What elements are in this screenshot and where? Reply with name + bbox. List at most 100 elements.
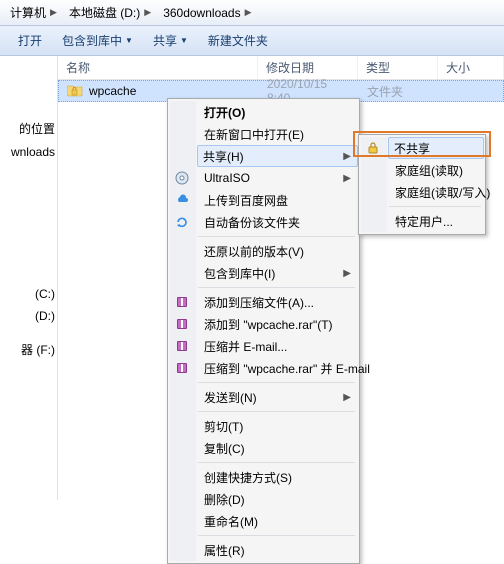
menu-ultraiso[interactable]: UltraISO ▶	[198, 167, 357, 189]
archive-icon	[174, 360, 190, 376]
tree-item[interactable]: wnloads	[0, 141, 57, 163]
menu-label: 复制(C)	[204, 440, 245, 457]
breadcrumb-label: 本地磁盘 (D:)	[69, 4, 140, 21]
tree-item-drive-f[interactable]: 器 (F:)	[0, 337, 57, 362]
menu-add-archive[interactable]: 添加到压缩文件(A)...	[198, 291, 357, 313]
tree-item-drive-c[interactable]: (C:)	[0, 283, 57, 305]
menu-send-to[interactable]: 发送到(N)▶	[198, 386, 357, 408]
breadcrumb-segment[interactable]: 360downloads ▶	[157, 0, 257, 25]
file-type: 文件夹	[367, 83, 403, 100]
spacer	[0, 163, 57, 283]
ultraiso-icon	[174, 170, 190, 186]
menu-label: 删除(D)	[204, 491, 245, 508]
submenu-arrow-icon: ▶	[343, 151, 351, 162]
toolbar-label: 打开	[18, 32, 42, 49]
folder-icon	[67, 83, 83, 100]
menu-separator	[198, 462, 355, 463]
spacer	[0, 327, 57, 337]
menu-label: 剪切(T)	[204, 418, 243, 435]
context-menu: 打开(O) 在新窗口中打开(E) 共享(H) ▶ UltraISO ▶ 上传到百度网…	[167, 98, 360, 564]
menu-label: 上传到百度网盘	[204, 192, 288, 209]
menu-include-library[interactable]: 包含到库中(I) ▶	[198, 262, 357, 284]
menu-open-new-window[interactable]: 在新窗口中打开(E)	[198, 123, 357, 145]
menu-label: 共享(H)	[203, 148, 244, 165]
menu-copy[interactable]: 复制(C)	[198, 437, 357, 459]
archive-icon	[174, 294, 190, 310]
toolbar-newfolder[interactable]: 新建文件夹	[200, 30, 276, 52]
submenu-homegroup-read[interactable]: 家庭组(读取)	[389, 159, 483, 181]
menu-share[interactable]: 共享(H) ▶	[197, 145, 358, 167]
menu-label: 家庭组(读取)	[395, 162, 463, 179]
menu-label: 添加到 "wpcache.rar"(T)	[204, 316, 333, 333]
submenu-arrow-icon: ▶	[343, 173, 351, 184]
menu-label: UltraISO	[204, 171, 250, 185]
breadcrumb-segment[interactable]: 计算机 ▶	[4, 0, 63, 25]
menu-label: 在新窗口中打开(E)	[204, 126, 304, 143]
toolbar-share[interactable]: 共享 ▼	[145, 30, 196, 52]
toolbar-open[interactable]: 打开	[10, 30, 50, 52]
col-size[interactable]: 大小	[438, 56, 504, 79]
submenu-homegroup-rw[interactable]: 家庭组(读取/写入)	[389, 181, 483, 203]
tree-item-drive-d[interactable]: (D:)	[0, 305, 57, 327]
menu-label: 压缩到 "wpcache.rar" 并 E-mail	[204, 360, 370, 377]
menu-label: 自动备份该文件夹	[204, 214, 300, 231]
menu-cut[interactable]: 剪切(T)	[198, 415, 357, 437]
toolbar-label: 包含到库中	[62, 32, 122, 49]
archive-icon	[174, 338, 190, 354]
col-name[interactable]: 名称	[58, 56, 258, 79]
menu-zip-email[interactable]: 压缩并 E-mail...	[198, 335, 357, 357]
menu-open[interactable]: 打开(O)	[198, 101, 357, 123]
menu-separator	[198, 287, 355, 288]
col-date[interactable]: 修改日期	[258, 56, 358, 79]
toolbar-label: 共享	[153, 32, 177, 49]
menu-label: 创建快捷方式(S)	[204, 469, 292, 486]
breadcrumb-segment[interactable]: 本地磁盘 (D:) ▶	[63, 0, 157, 25]
menu-label: 家庭组(读取/写入)	[395, 184, 490, 201]
menu-create-shortcut[interactable]: 创建快捷方式(S)	[198, 466, 357, 488]
menu-label: 不共享	[394, 140, 430, 157]
menu-upload-baidu[interactable]: 上传到百度网盘	[198, 189, 357, 211]
share-submenu: 不共享 家庭组(读取) 家庭组(读取/写入) 特定用户...	[358, 134, 486, 235]
menu-rename[interactable]: 重命名(M)	[198, 510, 357, 532]
menu-restore-previous[interactable]: 还原以前的版本(V)	[198, 240, 357, 262]
file-name: wpcache	[89, 84, 136, 98]
menu-properties[interactable]: 属性(R)	[198, 539, 357, 561]
menu-separator	[198, 382, 355, 383]
chevron-right-icon: ▶	[144, 7, 151, 18]
menu-add-rar[interactable]: 添加到 "wpcache.rar"(T)	[198, 313, 357, 335]
nav-tree: 的位置 wnloads (C:) (D:) 器 (F:)	[0, 56, 58, 500]
menu-label: 属性(R)	[204, 542, 245, 559]
submenu-specific-user[interactable]: 特定用户...	[389, 210, 483, 232]
lock-icon	[365, 140, 381, 156]
chevron-right-icon: ▶	[50, 7, 57, 18]
submenu-arrow-icon: ▶	[343, 268, 351, 279]
submenu-arrow-icon: ▶	[343, 392, 351, 403]
tree-item[interactable]: 的位置	[0, 116, 57, 141]
menu-label: 还原以前的版本(V)	[204, 243, 304, 260]
menu-separator	[389, 206, 481, 207]
archive-icon	[174, 316, 190, 332]
menu-zip-rar-email[interactable]: 压缩到 "wpcache.rar" 并 E-mail	[198, 357, 357, 379]
menu-label: 添加到压缩文件(A)...	[204, 294, 314, 311]
menu-label: 打开(O)	[204, 104, 245, 121]
toolbar-label: 新建文件夹	[208, 32, 268, 49]
menu-label: 压缩并 E-mail...	[204, 338, 287, 355]
menu-label: 特定用户...	[395, 213, 453, 230]
menu-label: 包含到库中(I)	[204, 265, 275, 282]
chevron-down-icon: ▼	[180, 36, 188, 45]
breadcrumb-label: 计算机	[10, 4, 46, 21]
col-type[interactable]: 类型	[358, 56, 438, 79]
chevron-right-icon: ▶	[245, 7, 252, 18]
toolbar: 打开 包含到库中 ▼ 共享 ▼ 新建文件夹	[0, 26, 504, 56]
refresh-icon	[174, 214, 190, 230]
menu-label: 重命名(M)	[204, 513, 258, 530]
toolbar-include[interactable]: 包含到库中 ▼	[54, 30, 141, 52]
menu-auto-backup[interactable]: 自动备份该文件夹	[198, 211, 357, 233]
menu-separator	[198, 236, 355, 237]
menu-separator	[198, 411, 355, 412]
menu-delete[interactable]: 删除(D)	[198, 488, 357, 510]
address-bar: 计算机 ▶ 本地磁盘 (D:) ▶ 360downloads ▶	[0, 0, 504, 26]
cloud-upload-icon	[174, 192, 190, 208]
chevron-down-icon: ▼	[125, 36, 133, 45]
submenu-no-share[interactable]: 不共享	[388, 137, 484, 159]
